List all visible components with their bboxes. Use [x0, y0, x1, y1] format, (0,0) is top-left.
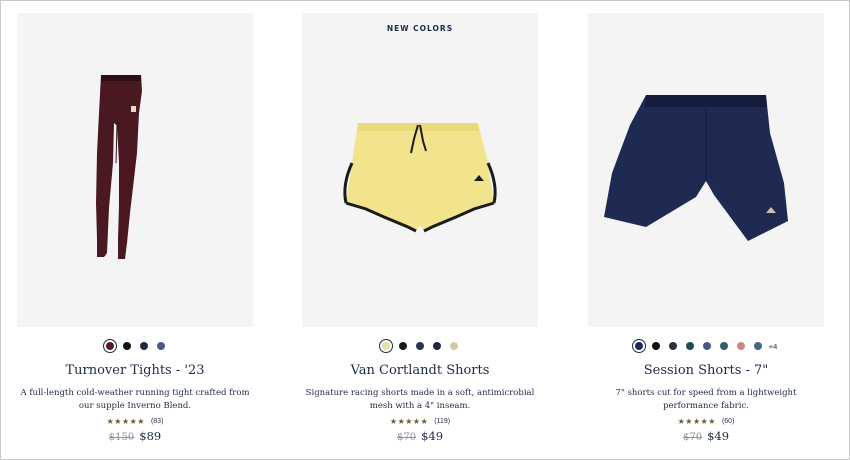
product-image-turnover-tights[interactable]	[17, 13, 253, 327]
product-name[interactable]: Session Shorts - 7"	[588, 363, 824, 381]
product-description: A full-length cold-weather running tight…	[20, 388, 250, 411]
product-rating: ★★★★★ (60)	[588, 416, 824, 426]
more-colors-link[interactable]: +4	[769, 342, 778, 351]
product-grid: Turnover Tights - '23 A full-length cold…	[0, 0, 850, 460]
navy-shorts-image	[604, 95, 788, 241]
product-price: $150 $89	[17, 429, 253, 443]
product-description: Signature racing shorts made in a soft, …	[305, 388, 535, 411]
original-price: $70	[682, 432, 703, 443]
swatch-0[interactable]	[382, 342, 390, 350]
star-rating-icon: ★★★★★	[106, 416, 145, 426]
swatch-1[interactable]	[651, 342, 660, 350]
product-price: $70 $49	[588, 429, 824, 443]
swatch-2[interactable]	[416, 342, 424, 350]
sale-price: $49	[707, 429, 730, 443]
swatch-4[interactable]	[702, 342, 711, 350]
product-image-session-shorts[interactable]	[588, 13, 824, 327]
swatch-5[interactable]	[719, 342, 728, 350]
original-price: $70	[396, 432, 417, 443]
sale-price: $49	[421, 429, 444, 443]
color-swatches	[302, 339, 538, 353]
star-rating-icon: ★★★★★	[677, 416, 716, 426]
swatch-6[interactable]	[736, 342, 745, 350]
review-count[interactable]: (83)	[151, 418, 163, 425]
sale-price: $89	[139, 429, 162, 443]
product-card-van-cortlandt-shorts[interactable]: NEW COLORS Van Cortlandt Shorts Signatur…	[302, 13, 538, 443]
swatch-3[interactable]	[685, 342, 694, 350]
tights-image	[96, 75, 142, 259]
review-count[interactable]: (119)	[434, 418, 450, 425]
product-rating: ★★★★★ (119)	[302, 416, 538, 426]
original-price: $150	[108, 432, 135, 443]
swatch-4[interactable]	[450, 342, 458, 350]
swatch-3[interactable]	[156, 342, 165, 350]
star-rating-icon: ★★★★★	[389, 416, 429, 426]
product-card-session-shorts[interactable]: +4 Session Shorts - 7" 7" shorts cut for…	[588, 13, 824, 443]
product-name[interactable]: Van Cortlandt Shorts	[302, 363, 538, 381]
swatch-2[interactable]	[668, 342, 677, 350]
swatch-1[interactable]	[399, 342, 407, 350]
new-colors-badge: NEW COLORS	[386, 24, 454, 33]
swatch-0[interactable]	[105, 342, 114, 350]
swatch-7[interactable]	[753, 342, 762, 350]
swatch-1[interactable]	[122, 342, 131, 350]
product-image-van-cortlandt-shorts[interactable]: NEW COLORS	[302, 13, 538, 327]
color-swatches: +4	[588, 339, 824, 353]
yellow-shorts-image	[343, 123, 497, 233]
product-description: 7" shorts cut for speed from a lightweig…	[615, 388, 797, 411]
product-card-turnover-tights[interactable]: Turnover Tights - '23 A full-length cold…	[17, 13, 253, 443]
product-rating: ★★★★★ (83)	[17, 416, 253, 426]
product-price: $70 $49	[302, 429, 538, 443]
swatch-2[interactable]	[139, 342, 148, 350]
swatch-0[interactable]	[634, 342, 643, 350]
color-swatches	[17, 339, 253, 353]
swatch-3[interactable]	[433, 342, 441, 350]
review-count[interactable]: (60)	[722, 418, 734, 425]
product-name[interactable]: Turnover Tights - '23	[17, 363, 253, 381]
